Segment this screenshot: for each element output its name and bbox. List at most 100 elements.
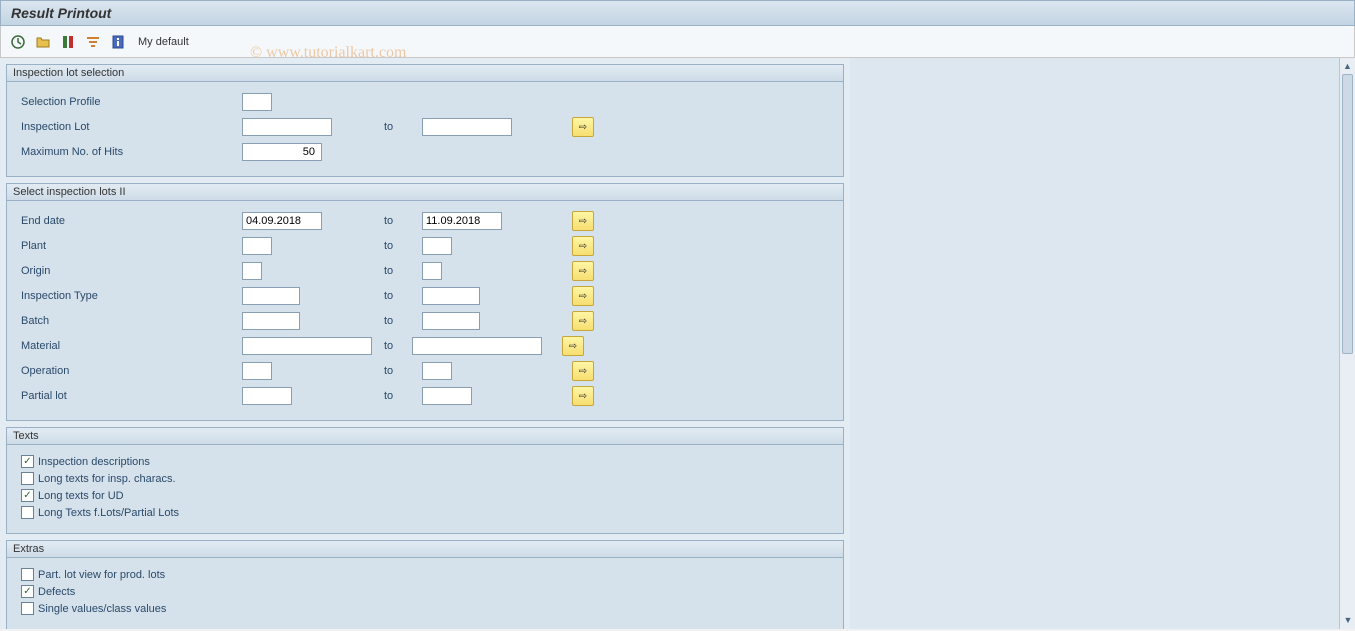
group-select-inspection-lots-ii: Select inspection lots II End date to ⇨ … [6, 183, 844, 421]
checkbox-label[interactable]: Single values/class values [38, 603, 166, 615]
inspection-lot-label: Inspection Lot [17, 121, 242, 133]
end-date-from-input[interactable] [242, 212, 322, 230]
arrow-right-icon: ⇨ [579, 366, 587, 377]
batch-to-input[interactable] [422, 312, 480, 330]
content-area: Inspection lot selection Selection Profi… [0, 58, 850, 629]
checkbox-label[interactable]: Defects [38, 586, 75, 598]
to-label: to [382, 121, 422, 133]
scroll-down-icon[interactable]: ▼ [1341, 613, 1355, 627]
origin-to-input[interactable] [422, 262, 442, 280]
partial-lot-to-input[interactable] [422, 387, 472, 405]
material-from-input[interactable] [242, 337, 372, 355]
select-all-button[interactable] [57, 31, 79, 53]
arrow-right-icon: ⇨ [579, 241, 587, 252]
scroll-up-icon[interactable]: ▲ [1341, 59, 1355, 73]
execute-button[interactable] [7, 31, 29, 53]
arrow-right-icon: ⇨ [579, 216, 587, 227]
group-header: Select inspection lots II [7, 184, 843, 201]
selection-profile-input[interactable] [242, 93, 272, 111]
part-lot-view-checkbox[interactable] [21, 568, 34, 581]
checkbox-label[interactable]: Long texts for insp. characs. [38, 473, 176, 485]
to-label: to [382, 265, 422, 277]
operation-label: Operation [17, 365, 242, 377]
multiple-selection-button[interactable]: ⇨ [572, 211, 594, 231]
origin-label: Origin [17, 265, 242, 277]
vertical-scrollbar[interactable]: ▲ ▼ [1339, 58, 1355, 629]
group-header: Texts [7, 428, 843, 445]
batch-from-input[interactable] [242, 312, 300, 330]
to-label: to [382, 315, 422, 327]
long-texts-insp-characs-checkbox[interactable] [21, 472, 34, 485]
long-texts-lots-partial-checkbox[interactable] [21, 506, 34, 519]
to-label: to [382, 240, 422, 252]
operation-to-input[interactable] [422, 362, 452, 380]
partial-lot-from-input[interactable] [242, 387, 292, 405]
multiple-selection-button[interactable]: ⇨ [562, 336, 584, 356]
inspection-type-to-input[interactable] [422, 287, 480, 305]
multiple-selection-button[interactable]: ⇨ [572, 361, 594, 381]
material-label: Material [17, 340, 242, 352]
inspection-lot-to-input[interactable] [422, 118, 512, 136]
defects-checkbox[interactable] [21, 585, 34, 598]
inspection-descriptions-checkbox[interactable] [21, 455, 34, 468]
my-default-button[interactable]: My default [138, 36, 189, 48]
info-button[interactable] [107, 31, 129, 53]
origin-from-input[interactable] [242, 262, 262, 280]
select-icon [60, 34, 76, 50]
info-icon [110, 34, 126, 50]
long-texts-ud-checkbox[interactable] [21, 489, 34, 502]
content-wrapper: Inspection lot selection Selection Profi… [0, 58, 1355, 629]
group-header: Extras [7, 541, 843, 558]
group-extras: Extras Part. lot view for prod. lots Def… [6, 540, 844, 629]
to-label: to [382, 215, 422, 227]
operation-from-input[interactable] [242, 362, 272, 380]
page-title: Result Printout [0, 0, 1355, 26]
toolbar: My default [0, 26, 1355, 58]
inspection-type-label: Inspection Type [17, 290, 242, 302]
end-date-to-input[interactable] [422, 212, 502, 230]
max-hits-input[interactable] [242, 143, 322, 161]
checkbox-label[interactable]: Long Texts f.Lots/Partial Lots [38, 507, 179, 519]
filter-icon [85, 34, 101, 50]
group-texts: Texts Inspection descriptions Long texts… [6, 427, 844, 534]
inspection-type-from-input[interactable] [242, 287, 300, 305]
multiple-selection-button[interactable]: ⇨ [572, 286, 594, 306]
max-hits-label: Maximum No. of Hits [17, 146, 242, 158]
scroll-thumb[interactable] [1342, 74, 1353, 354]
batch-label: Batch [17, 315, 242, 327]
arrow-right-icon: ⇨ [579, 316, 587, 327]
selection-profile-label: Selection Profile [17, 96, 242, 108]
material-to-input[interactable] [412, 337, 542, 355]
plant-label: Plant [17, 240, 242, 252]
multiple-selection-button[interactable]: ⇨ [572, 386, 594, 406]
partial-lot-label: Partial lot [17, 390, 242, 402]
group-inspection-lot-selection: Inspection lot selection Selection Profi… [6, 64, 844, 177]
folder-icon [35, 34, 51, 50]
to-label: to [382, 365, 422, 377]
dynamic-selections-button[interactable] [82, 31, 104, 53]
arrow-right-icon: ⇨ [579, 391, 587, 402]
checkbox-label[interactable]: Long texts for UD [38, 490, 124, 502]
arrow-right-icon: ⇨ [579, 291, 587, 302]
group-header: Inspection lot selection [7, 65, 843, 82]
to-label: to [382, 290, 422, 302]
single-values-checkbox[interactable] [21, 602, 34, 615]
arrow-right-icon: ⇨ [569, 341, 577, 352]
multiple-selection-button[interactable]: ⇨ [572, 236, 594, 256]
multiple-selection-button[interactable]: ⇨ [572, 311, 594, 331]
end-date-label: End date [17, 215, 242, 227]
to-label: to [382, 340, 412, 352]
right-empty-pane: ▲ ▼ [850, 58, 1355, 629]
inspection-lot-from-input[interactable] [242, 118, 332, 136]
plant-from-input[interactable] [242, 237, 272, 255]
checkbox-label[interactable]: Inspection descriptions [38, 456, 150, 468]
multiple-selection-button[interactable]: ⇨ [572, 117, 594, 137]
get-variant-button[interactable] [32, 31, 54, 53]
plant-to-input[interactable] [422, 237, 452, 255]
clock-execute-icon [10, 34, 26, 50]
to-label: to [382, 390, 422, 402]
checkbox-label[interactable]: Part. lot view for prod. lots [38, 569, 165, 581]
arrow-right-icon: ⇨ [579, 122, 587, 133]
multiple-selection-button[interactable]: ⇨ [572, 261, 594, 281]
arrow-right-icon: ⇨ [579, 266, 587, 277]
